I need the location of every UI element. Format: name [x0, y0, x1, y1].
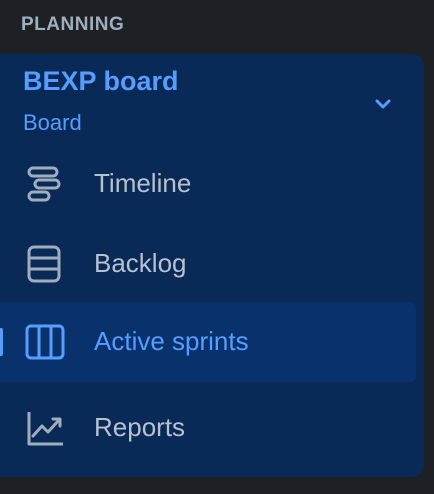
nav-item-timeline[interactable]: Timeline	[0, 144, 416, 224]
nav-label-active-sprints: Active sprints	[94, 326, 249, 356]
board-switcher[interactable]: BEXP board Board	[0, 54, 424, 140]
backlog-icon	[27, 245, 61, 283]
nav-label-reports: Reports	[94, 412, 186, 442]
board-name: BEXP board	[23, 66, 179, 96]
board-type: Board	[23, 110, 82, 135]
timeline-icon	[27, 166, 61, 202]
nav-item-active-sprints[interactable]: Active sprints	[0, 302, 416, 382]
chart-line-icon	[27, 412, 63, 446]
board-panel: BEXP board Board Timeline Backlog Active…	[0, 54, 424, 477]
nav-item-reports[interactable]: Reports	[0, 388, 416, 468]
nav-label-timeline: Timeline	[94, 168, 192, 198]
nav-label-backlog: Backlog	[94, 248, 187, 278]
sidebar-planning: PLANNING BEXP board Board Timeline Backl…	[0, 0, 434, 494]
section-heading: PLANNING	[21, 14, 125, 35]
board-columns-icon	[25, 324, 65, 360]
chevron-down-icon[interactable]	[373, 94, 393, 114]
active-indicator	[0, 328, 3, 356]
nav-item-backlog[interactable]: Backlog	[0, 224, 416, 304]
